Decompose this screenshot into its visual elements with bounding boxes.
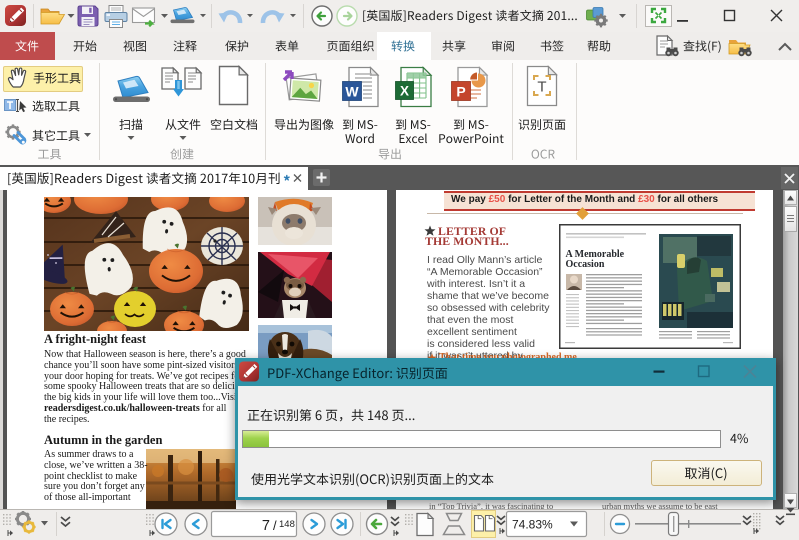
svg-text:Occasion: Occasion [566, 259, 605, 270]
